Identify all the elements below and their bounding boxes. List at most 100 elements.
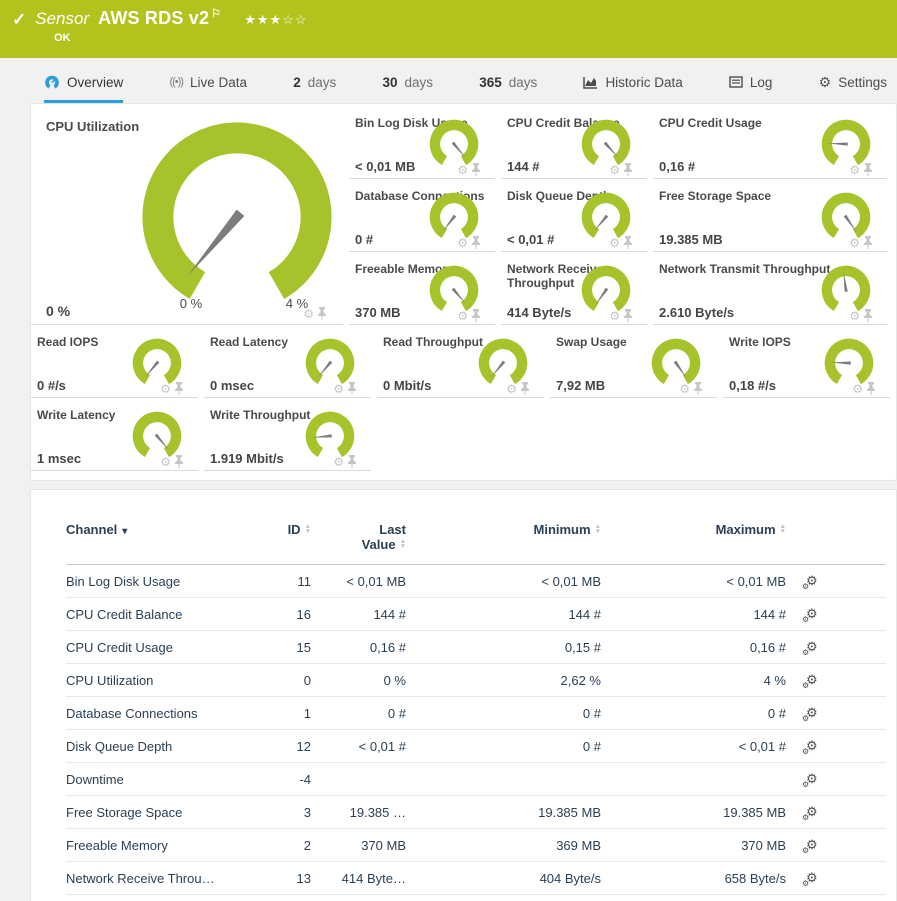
pin-icon[interactable]: [347, 382, 357, 395]
gear-icon[interactable]: ⚙: [457, 164, 468, 176]
channel-settings-button[interactable]: ⚙⚙: [786, 631, 886, 664]
col-header-last-value[interactable]: LastValue▲▼: [311, 518, 406, 565]
channel-settings-button[interactable]: ⚙⚙: [786, 697, 886, 730]
col-header-actions: [786, 518, 886, 565]
side-gauge-grid: Bin Log Disk Usage < 0,01 MB ⚙ CPU Credi…: [349, 113, 887, 325]
gauge-value: 0,18 #/s: [729, 378, 776, 393]
pin-icon[interactable]: [623, 236, 633, 249]
gear-icon[interactable]: ⚙: [679, 383, 690, 395]
channel-table-row[interactable]: Free Storage Space 3 19.385 … 19.385 MB …: [66, 796, 886, 829]
channel-table-row[interactable]: Disk Queue Depth 12 < 0,01 # 0 # < 0,01 …: [66, 730, 886, 763]
col-header-channel[interactable]: Channel▾: [66, 518, 256, 565]
channel-name[interactable]: Downtime: [66, 763, 256, 796]
channel-name[interactable]: Freeable Memory: [66, 829, 256, 862]
gear-icon[interactable]: ⚙: [457, 310, 468, 322]
channel-name[interactable]: CPU Utilization: [66, 664, 256, 697]
channel-settings-button[interactable]: ⚙⚙: [786, 730, 886, 763]
channel-name[interactable]: Disk Queue Depth: [66, 730, 256, 763]
channel-settings-button[interactable]: ⚙⚙: [786, 796, 886, 829]
gear-icon[interactable]: ⚙: [609, 310, 620, 322]
gear-icon[interactable]: ⚙: [160, 456, 171, 468]
channel-settings-button[interactable]: ⚙⚙: [786, 829, 886, 862]
edit-channel-icon[interactable]: ⚙⚙: [806, 870, 818, 886]
channel-settings-button[interactable]: ⚙⚙: [786, 862, 886, 895]
channel-name[interactable]: Free Storage Space: [66, 796, 256, 829]
gear-icon[interactable]: ⚙: [609, 164, 620, 176]
gear-icon[interactable]: ⚙: [160, 383, 171, 395]
tab-historic-data[interactable]: Historic Data: [583, 58, 682, 103]
tab-settings[interactable]: ⚙ Settings: [819, 58, 887, 103]
live-data-icon: ((•)): [169, 76, 183, 88]
edit-channel-icon[interactable]: ⚙⚙: [806, 738, 818, 754]
pin-icon[interactable]: [866, 382, 876, 395]
channel-name[interactable]: Database Connections: [66, 697, 256, 730]
tab-2-days[interactable]: 2 days: [293, 58, 336, 103]
tab-overview[interactable]: Overview: [44, 58, 123, 103]
edit-channel-icon[interactable]: ⚙⚙: [806, 672, 818, 688]
gear-icon[interactable]: ⚙: [303, 308, 314, 320]
edit-channel-icon[interactable]: ⚙⚙: [806, 573, 818, 589]
channel-table-row[interactable]: CPU Credit Balance 16 144 # 144 # 144 # …: [66, 598, 886, 631]
edit-channel-icon[interactable]: ⚙⚙: [806, 837, 818, 853]
edit-channel-icon[interactable]: ⚙⚙: [806, 705, 818, 721]
col-header-maximum[interactable]: Maximum▲▼: [601, 518, 786, 565]
priority-stars[interactable]: ★★★☆☆: [244, 12, 307, 28]
flag-icon[interactable]: ⚐: [211, 8, 221, 20]
channel-name[interactable]: Bin Log Disk Usage: [66, 565, 256, 598]
col-header-minimum[interactable]: Minimum▲▼: [406, 518, 601, 565]
pin-icon[interactable]: [471, 309, 481, 322]
gauge-tile-read-iops: Read IOPS 0 #/s ⚙: [31, 332, 198, 398]
overview-gauge-icon: [44, 75, 60, 90]
edit-channel-icon[interactable]: ⚙⚙: [806, 639, 818, 655]
pin-icon[interactable]: [623, 309, 633, 322]
tab-30-days[interactable]: 30 days: [382, 58, 433, 103]
gear-icon[interactable]: ⚙: [852, 383, 863, 395]
pin-icon[interactable]: [471, 236, 481, 249]
channel-settings-button[interactable]: ⚙⚙: [786, 598, 886, 631]
pin-icon[interactable]: [174, 455, 184, 468]
pin-icon[interactable]: [863, 236, 873, 249]
gauge-value: 7,92 MB: [556, 378, 605, 393]
channel-table-row[interactable]: CPU Utilization 0 0 % 2,62 % 4 % ⚙⚙: [66, 664, 886, 697]
edit-channel-icon[interactable]: ⚙⚙: [806, 606, 818, 622]
channel-settings-button[interactable]: ⚙⚙: [786, 763, 886, 796]
col-header-id[interactable]: ID▲▼: [256, 518, 311, 565]
pin-icon[interactable]: [623, 163, 633, 176]
pin-icon[interactable]: [347, 455, 357, 468]
edit-channel-icon[interactable]: ⚙⚙: [806, 771, 818, 787]
gear-icon[interactable]: ⚙: [333, 383, 344, 395]
channel-settings-button[interactable]: ⚙⚙: [786, 565, 886, 598]
channel-id: 13: [256, 862, 311, 895]
channel-table-row[interactable]: Bin Log Disk Usage 11 < 0,01 MB < 0,01 M…: [66, 565, 886, 598]
gauge-tile-cpu-credit-usage: CPU Credit Usage 0,16 # ⚙: [653, 113, 887, 179]
tab-live-data[interactable]: ((•)) Live Data: [169, 58, 247, 103]
gear-icon[interactable]: ⚙: [457, 237, 468, 249]
pin-icon[interactable]: [520, 382, 530, 395]
channel-table-row[interactable]: Network Receive Throu… 13 414 Byte… 404 …: [66, 862, 886, 895]
channel-name[interactable]: CPU Credit Balance: [66, 598, 256, 631]
channel-name[interactable]: Network Receive Throu…: [66, 862, 256, 895]
pin-icon[interactable]: [174, 382, 184, 395]
tab-365-days[interactable]: 365 days: [479, 58, 537, 103]
pin-icon[interactable]: [317, 307, 327, 320]
edit-channel-icon[interactable]: ⚙⚙: [806, 804, 818, 820]
pin-icon[interactable]: [693, 382, 703, 395]
channel-settings-button[interactable]: ⚙⚙: [786, 664, 886, 697]
pin-icon[interactable]: [863, 309, 873, 322]
gear-icon[interactable]: ⚙: [506, 383, 517, 395]
gear-icon[interactable]: ⚙: [609, 237, 620, 249]
gear-icon[interactable]: ⚙: [849, 164, 860, 176]
tab-log[interactable]: Log: [729, 58, 773, 103]
gauge-value: 0 msec: [210, 378, 254, 393]
gear-icon[interactable]: ⚙: [849, 237, 860, 249]
channel-table-row[interactable]: Downtime -4 ⚙⚙: [66, 763, 886, 796]
pin-icon[interactable]: [471, 163, 481, 176]
channel-table-row[interactable]: Freeable Memory 2 370 MB 369 MB 370 MB ⚙…: [66, 829, 886, 862]
gear-icon[interactable]: ⚙: [333, 456, 344, 468]
channel-table-row[interactable]: Database Connections 1 0 # 0 # 0 # ⚙⚙: [66, 697, 886, 730]
channel-table-row[interactable]: CPU Credit Usage 15 0,16 # 0,15 # 0,16 #…: [66, 631, 886, 664]
pin-icon[interactable]: [863, 163, 873, 176]
channel-name[interactable]: CPU Credit Usage: [66, 631, 256, 664]
gauge-value: 0 #: [355, 232, 373, 247]
gear-icon[interactable]: ⚙: [849, 310, 860, 322]
